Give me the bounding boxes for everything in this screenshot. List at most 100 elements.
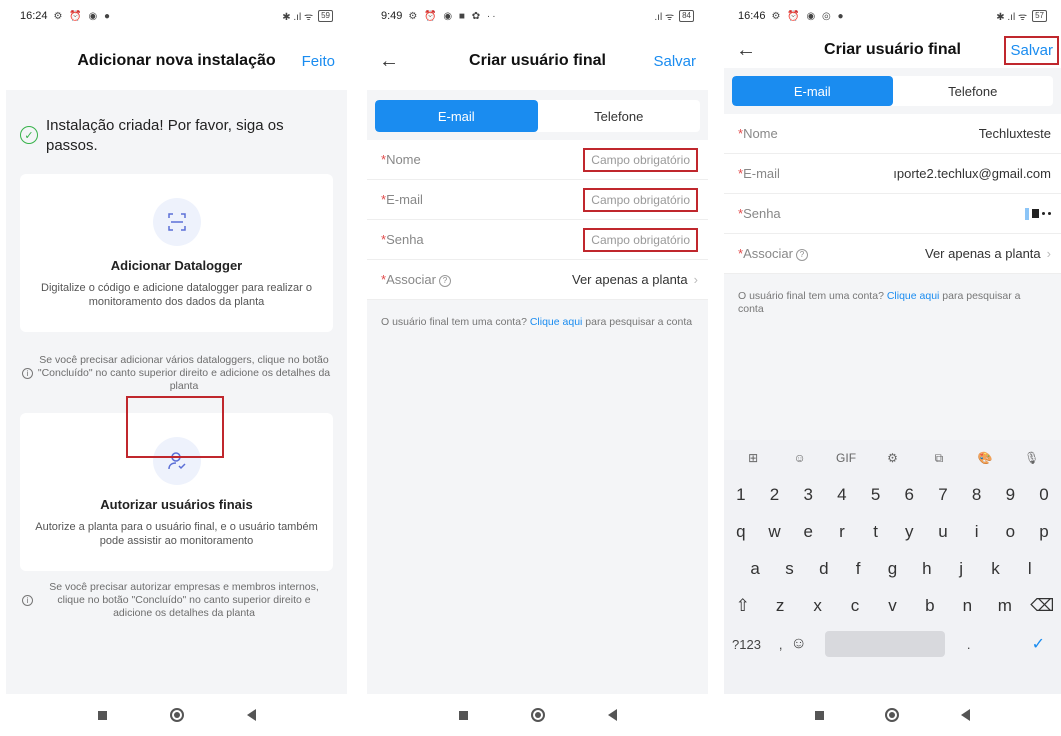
tab-email[interactable]: E-mail (375, 100, 538, 132)
password-field[interactable]: *Senha (724, 194, 1061, 234)
password-field[interactable]: *Senha Campo obrigatório (367, 220, 708, 260)
gif-icon[interactable]: GIF (831, 451, 861, 465)
comma-key[interactable]: , (779, 637, 783, 652)
key[interactable]: 2 (761, 485, 789, 505)
field-label: *Nome (381, 152, 421, 167)
name-input[interactable]: Techluxteste (979, 126, 1051, 141)
key[interactable]: l (1016, 559, 1044, 579)
help-icon[interactable]: ? (795, 248, 808, 261)
tab-email[interactable]: E-mail (732, 76, 893, 106)
key[interactable]: o (996, 522, 1024, 542)
back-nav-icon[interactable] (246, 709, 256, 721)
microphone-icon[interactable]: 🎙 (1017, 451, 1047, 465)
settings-icon[interactable]: ⚙ (877, 451, 907, 465)
key[interactable]: c (841, 596, 869, 616)
email-field[interactable]: *E-mail ıporte2.techlux@gmail.com (724, 154, 1061, 194)
period-key[interactable]: . (967, 637, 971, 652)
key[interactable]: 5 (862, 485, 890, 505)
key[interactable]: x (804, 596, 832, 616)
password-input[interactable]: Campo obrigatório (583, 227, 698, 252)
save-button[interactable]: Salvar (1004, 35, 1059, 65)
authorize-note: i Se você precisar autorizar empresas e … (6, 581, 347, 620)
app-header: ← Criar usuário final Salvar (724, 32, 1061, 68)
done-button[interactable]: Feito (302, 53, 335, 70)
back-arrow-icon[interactable]: ← (736, 39, 756, 62)
email-input[interactable]: Campo obrigatório (583, 187, 698, 212)
key[interactable]: u (929, 522, 957, 542)
key[interactable]: h (913, 559, 941, 579)
key[interactable]: 0 (1030, 485, 1058, 505)
enter-key[interactable]: ✓ (1032, 634, 1045, 654)
translate-icon[interactable]: ⧉ (924, 451, 954, 466)
sticker-icon[interactable]: ☺ (785, 451, 815, 465)
help-icon[interactable]: ? (438, 274, 451, 287)
key[interactable]: r (828, 522, 856, 542)
add-datalogger-card[interactable]: Adicionar Datalogger Digitalize o código… (20, 174, 333, 332)
key[interactable]: v (878, 596, 906, 616)
backspace-key[interactable]: ⌫ (1028, 596, 1056, 616)
notification-icons: ⚙ ⏰ ◉ ● (53, 10, 113, 22)
symbols-key[interactable]: ?123 (732, 637, 761, 652)
key[interactable]: j (947, 559, 975, 579)
screen-create-end-user-filled: 16:46 ⚙ ⏰ ◉ ◎ ● ✱ .ıl ᯤ 57 ← Criar usuár… (724, 0, 1061, 736)
key[interactable]: b (916, 596, 944, 616)
associate-field[interactable]: *Associar? Ver apenas a planta › (724, 234, 1061, 274)
key[interactable]: i (963, 522, 991, 542)
keyboard-toolbar: ⊞ ☺ GIF ⚙ ⧉ 🎨 🎙 (724, 440, 1061, 476)
key[interactable]: z (766, 596, 794, 616)
key[interactable]: 9 (996, 485, 1024, 505)
save-button[interactable]: Salvar (653, 53, 696, 70)
home-icon[interactable] (885, 708, 900, 722)
key[interactable]: a (741, 559, 769, 579)
home-icon[interactable] (530, 708, 545, 722)
key[interactable]: t (862, 522, 890, 542)
password-input[interactable] (1025, 207, 1051, 220)
key[interactable]: q (727, 522, 755, 542)
click-here-link[interactable]: Clique aqui (887, 290, 940, 302)
key[interactable]: s (775, 559, 803, 579)
shift-key[interactable]: ⇧ (729, 596, 757, 616)
email-input[interactable]: ıporte2.techlux@gmail.com (893, 166, 1051, 181)
recent-apps-icon[interactable] (97, 710, 107, 720)
associate-field[interactable]: *Associar? Ver apenas a planta › (367, 260, 708, 300)
card-description: Digitalize o código e adicione datalogge… (41, 282, 312, 308)
emoji-key[interactable]: ☺ (791, 635, 807, 653)
palette-icon[interactable]: 🎨 (970, 451, 1000, 465)
associate-value: Ver apenas a planta (572, 272, 688, 287)
key[interactable]: w (761, 522, 789, 542)
back-nav-icon[interactable] (961, 709, 971, 721)
key[interactable]: 6 (895, 485, 923, 505)
recent-apps-icon[interactable] (814, 710, 824, 720)
home-icon[interactable] (169, 708, 184, 722)
key[interactable]: y (895, 522, 923, 542)
key[interactable]: 1 (727, 485, 755, 505)
key[interactable]: e (794, 522, 822, 542)
apps-icon[interactable]: ⊞ (738, 451, 768, 465)
name-field[interactable]: *Nome Campo obrigatório (367, 140, 708, 180)
key[interactable]: 3 (794, 485, 822, 505)
field-label: *Nome (738, 126, 778, 141)
key[interactable]: 4 (828, 485, 856, 505)
key[interactable]: m (991, 596, 1019, 616)
key[interactable]: g (878, 559, 906, 579)
back-nav-icon[interactable] (607, 709, 617, 721)
click-here-link[interactable]: Clique aqui (530, 316, 583, 328)
card-title: Autorizar usuários finais (100, 497, 253, 512)
key[interactable]: k (981, 559, 1009, 579)
key[interactable]: n (953, 596, 981, 616)
key[interactable]: 8 (963, 485, 991, 505)
email-field[interactable]: *E-mail Campo obrigatório (367, 180, 708, 220)
associate-value: Ver apenas a planta (925, 246, 1041, 261)
tab-phone[interactable]: Telefone (893, 76, 1054, 106)
recent-apps-icon[interactable] (458, 710, 468, 720)
tab-phone[interactable]: Telefone (538, 100, 701, 132)
key[interactable]: 7 (929, 485, 957, 505)
name-input[interactable]: Campo obrigatório (583, 147, 698, 172)
name-field[interactable]: *Nome Techluxteste (724, 114, 1061, 154)
back-arrow-icon[interactable]: ← (379, 50, 399, 73)
key[interactable]: d (810, 559, 838, 579)
field-label: *Associar? (738, 246, 808, 261)
space-key[interactable] (824, 631, 945, 657)
key[interactable]: p (1030, 522, 1058, 542)
key[interactable]: f (844, 559, 872, 579)
